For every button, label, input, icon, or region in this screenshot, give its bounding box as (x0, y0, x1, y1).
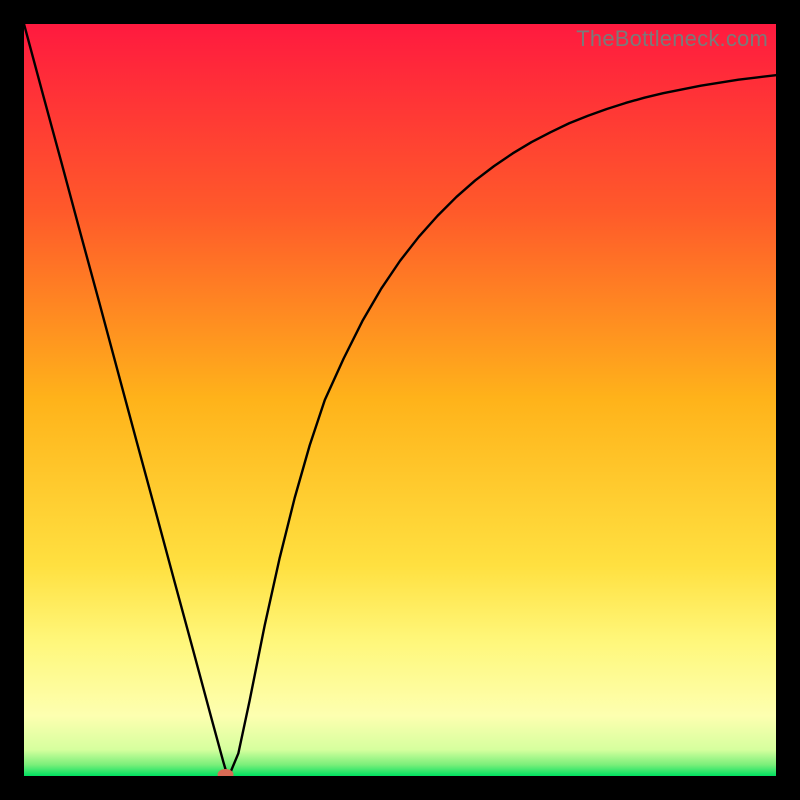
bottleneck-chart (24, 24, 776, 776)
gradient-background (24, 24, 776, 776)
chart-frame: TheBottleneck.com (24, 24, 776, 776)
watermark-text: TheBottleneck.com (576, 26, 768, 52)
